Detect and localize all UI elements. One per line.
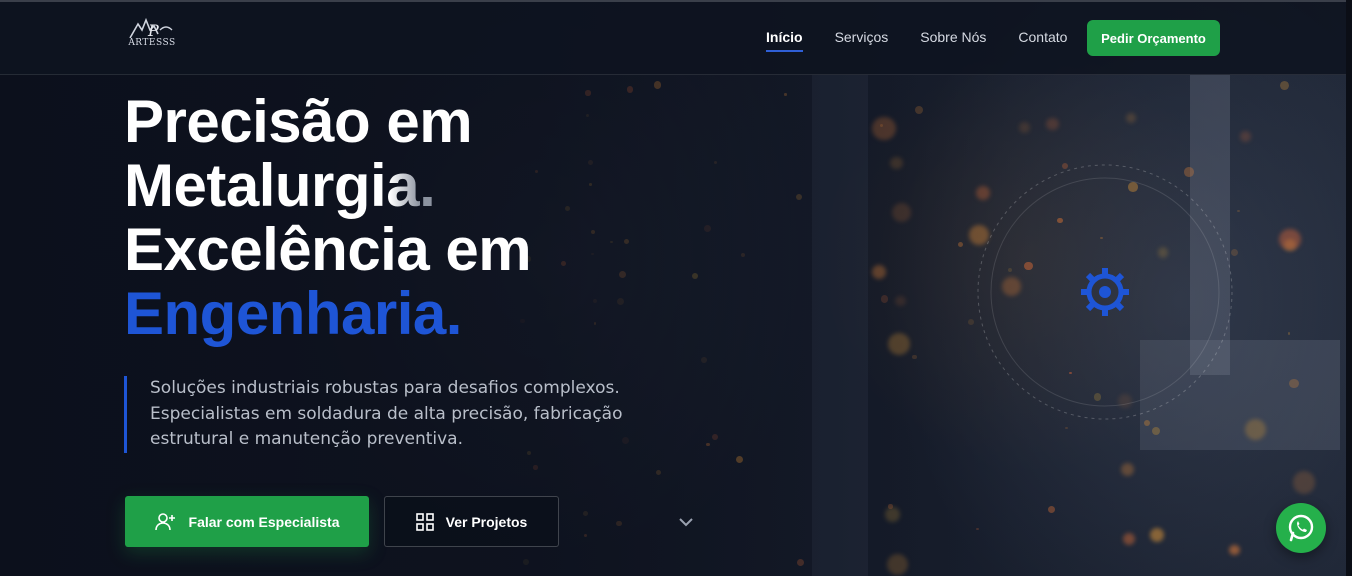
ver-projetos-button[interactable]: Ver Projetos [384,496,559,547]
falar-com-especialista-button[interactable]: Falar com Especialista [125,496,369,547]
user-add-icon [154,512,175,530]
headline-line-2-end: gia. [333,152,436,219]
navbar: P ARTESSS Início Serviços Sobre Nós Cont… [0,2,1346,75]
nav-link-inicio[interactable]: Início [766,28,803,52]
chevron-down-icon[interactable] [678,516,694,528]
nav-link-contato[interactable]: Contato [1018,28,1067,46]
headline-line-3: Excelência em [124,216,532,283]
window-right-edge [1346,0,1352,576]
headline-line-4: Engenharia. [124,280,462,347]
nav-link-sobre-nos[interactable]: Sobre Nós [920,28,986,46]
whatsapp-icon [1288,514,1314,542]
pedir-orcamento-button[interactable]: Pedir Orçamento [1087,20,1220,56]
lead-line-2: Especialistas em soldadura de alta preci… [150,403,623,424]
headline-line-1: Precisão em [124,88,473,155]
falar-com-especialista-label: Falar com Especialista [188,513,340,530]
lead-line-3: estrutural e manutenção preventiva. [150,429,464,449]
whatsapp-button[interactable] [1276,503,1326,553]
gear-icon [1081,268,1129,316]
hero-lead: Soluções industriais robustas para desaf… [124,376,644,453]
orbit-decoration [977,164,1233,420]
headline-line-2: Metalurgia. [124,154,531,218]
grid-icon [415,512,434,531]
ver-projetos-label: Ver Projetos [445,513,528,530]
lead-line-1: Soluções industriais robustas para desaf… [150,378,620,398]
headline-line-2-start: Metalur [124,152,334,219]
main-nav: Início Serviços Sobre Nós Contato [766,28,1067,52]
brand-logo[interactable]: P ARTESSS [124,16,180,58]
hero-headline: Precisão em Metalurgia. Excelência em En… [124,88,532,347]
nav-link-servicos[interactable]: Serviços [835,28,889,46]
logo-text: ARTESSS [128,38,176,48]
